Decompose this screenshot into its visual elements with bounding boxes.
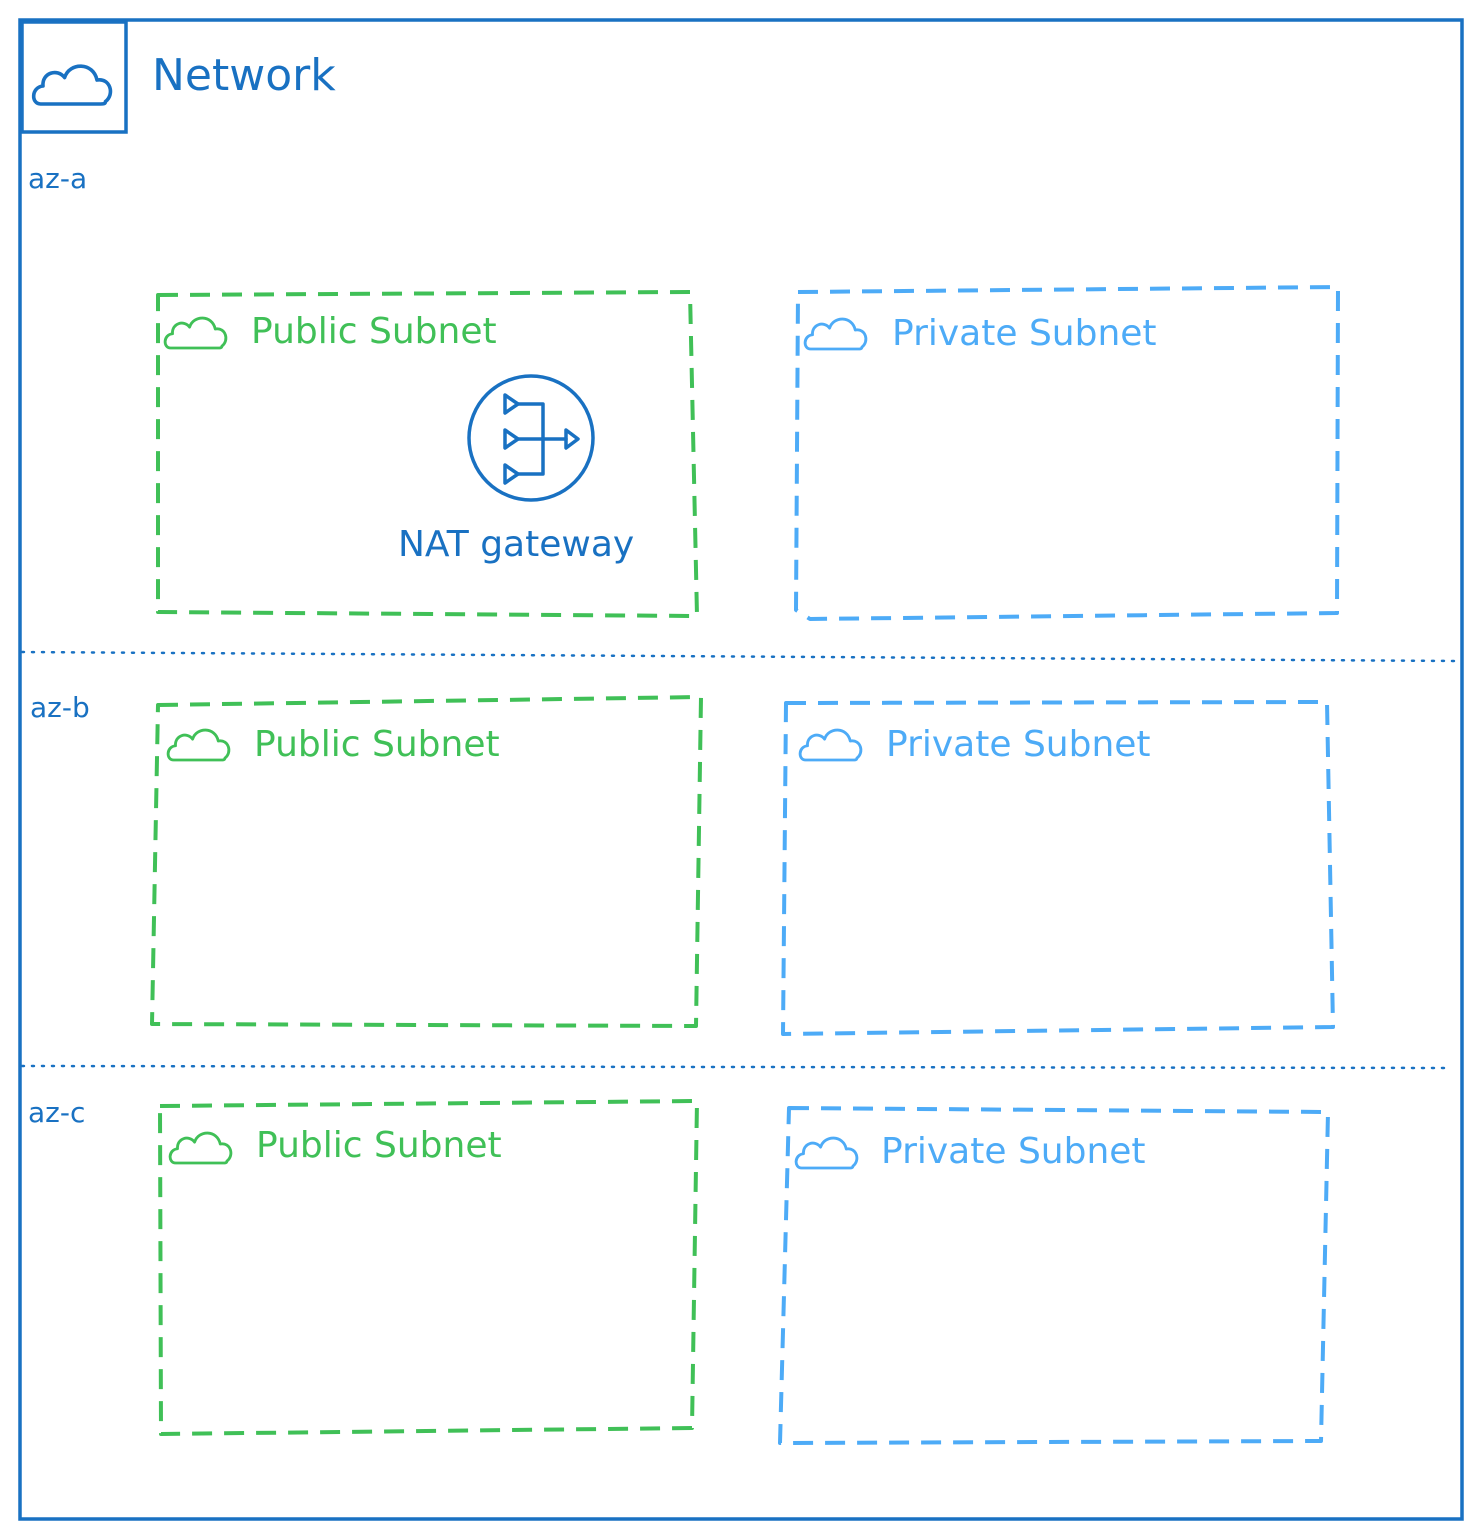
private-subnet-az-a: Private Subnet xyxy=(794,285,1340,621)
az-label: az-c xyxy=(28,1096,85,1129)
private-subnet-label: Private Subnet xyxy=(886,724,1151,765)
cloud-icon xyxy=(794,1136,859,1170)
network-title: Network xyxy=(152,50,336,101)
public-subnet-label: Public Subnet xyxy=(256,1125,502,1166)
public-subnet-az-a: Public Subnet xyxy=(156,290,699,618)
network-icon-box xyxy=(20,20,128,134)
nat-gateway-label: NAT gateway xyxy=(398,524,634,565)
cloud-icon xyxy=(803,317,868,351)
cloud-icon xyxy=(31,64,113,106)
public-subnet-az-b: Public Subnet xyxy=(150,695,703,1028)
private-subnet-az-b: Private Subnet xyxy=(781,700,1335,1036)
network-diagram: Network az-a az-b az-c Public Subnet NAT… xyxy=(18,18,1464,1521)
az-divider-2 xyxy=(20,1064,1452,1070)
network-header: Network xyxy=(20,20,336,134)
nat-gateway: NAT gateway xyxy=(398,374,634,565)
az-label: az-a xyxy=(28,162,87,195)
cloud-icon xyxy=(168,1131,233,1165)
network-frame xyxy=(18,18,1464,1521)
private-subnet-label: Private Subnet xyxy=(881,1131,1146,1172)
nat-gateway-icon xyxy=(467,374,595,502)
private-subnet-label: Private Subnet xyxy=(892,313,1157,354)
public-subnet-label: Public Subnet xyxy=(251,311,497,352)
cloud-icon xyxy=(166,728,231,762)
az-label: az-b xyxy=(30,691,90,724)
az-divider-1 xyxy=(20,650,1460,663)
public-subnet-az-c: Public Subnet xyxy=(158,1099,699,1436)
public-subnet-label: Public Subnet xyxy=(254,724,500,765)
cloud-icon xyxy=(798,728,863,762)
private-subnet-az-c: Private Subnet xyxy=(778,1106,1330,1445)
cloud-icon xyxy=(163,316,228,350)
